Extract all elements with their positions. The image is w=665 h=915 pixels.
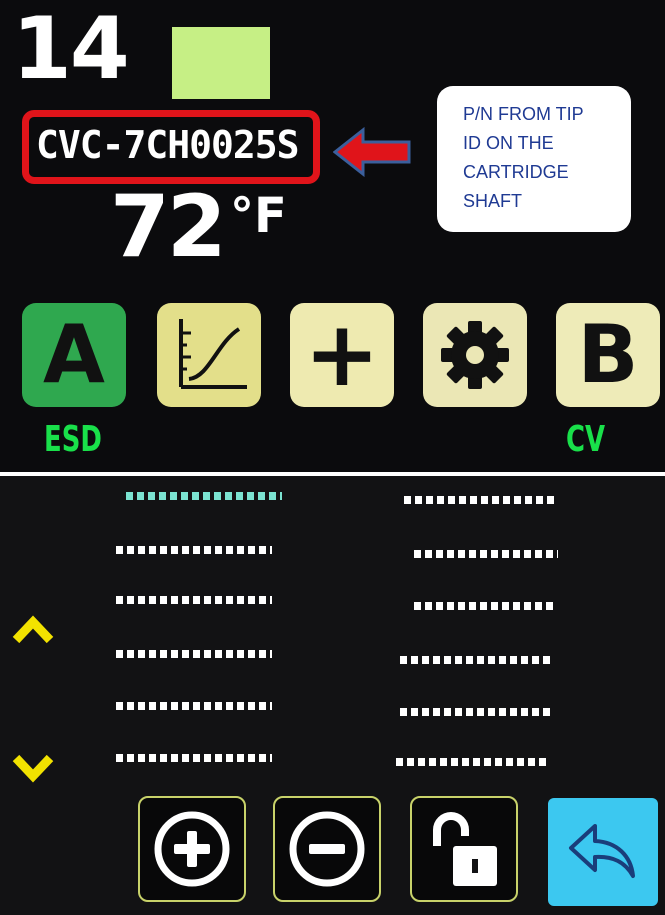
settings-button[interactable] (423, 303, 527, 407)
decrease-button[interactable] (273, 796, 381, 902)
left-list-entry[interactable] (116, 546, 272, 554)
back-arrow-icon (569, 824, 635, 878)
status-indicator (172, 27, 270, 99)
left-list-entry[interactable] (116, 650, 272, 658)
part-number: CVC-7CH0025S (36, 123, 300, 167)
station-screen-bottom (0, 476, 665, 915)
minus-circle-icon (289, 811, 365, 887)
left-list-entry[interactable] (116, 702, 272, 710)
button-a[interactable]: A (22, 303, 126, 407)
right-list-entry[interactable] (400, 656, 550, 664)
gear-icon (441, 321, 509, 389)
chevron-up-icon[interactable] (12, 614, 54, 644)
chevron-down-icon[interactable] (12, 754, 54, 784)
increase-button[interactable] (138, 796, 246, 902)
button-b[interactable]: B (556, 303, 660, 407)
button-a-caption: ESD (44, 419, 102, 460)
curve-graph-icon (179, 319, 247, 389)
add-button[interactable]: + (290, 303, 394, 407)
back-button[interactable] (548, 798, 658, 906)
curve-button[interactable] (157, 303, 261, 407)
slot-number: 14 (12, 0, 130, 99)
temperature-unit: °F (230, 188, 287, 244)
annotation-callout: P/N FROM TIP ID ON THE CARTRIDGE SHAFT (437, 86, 631, 232)
arrow-left-icon (333, 127, 411, 177)
station-screen-top: 14 CVC-7CH0025S P/N FROM TIP ID ON THE C… (0, 0, 665, 472)
left-list-entry[interactable] (126, 492, 282, 500)
unlock-button[interactable] (410, 796, 518, 902)
plus-circle-icon (154, 811, 230, 887)
plus-icon: + (304, 302, 380, 407)
left-list-entry[interactable] (116, 596, 272, 604)
button-a-label: A (43, 308, 105, 401)
right-list-entry[interactable] (400, 708, 550, 716)
right-list-entry[interactable] (396, 758, 546, 766)
right-list-entry[interactable] (414, 550, 558, 558)
temperature-value: 72 (110, 177, 227, 277)
button-b-caption: CV (566, 419, 606, 460)
left-list-entry[interactable] (116, 754, 272, 762)
button-b-label: B (577, 308, 639, 401)
right-list-entry[interactable] (414, 602, 554, 610)
right-list-entry[interactable] (404, 496, 558, 504)
unlock-icon (433, 812, 497, 886)
